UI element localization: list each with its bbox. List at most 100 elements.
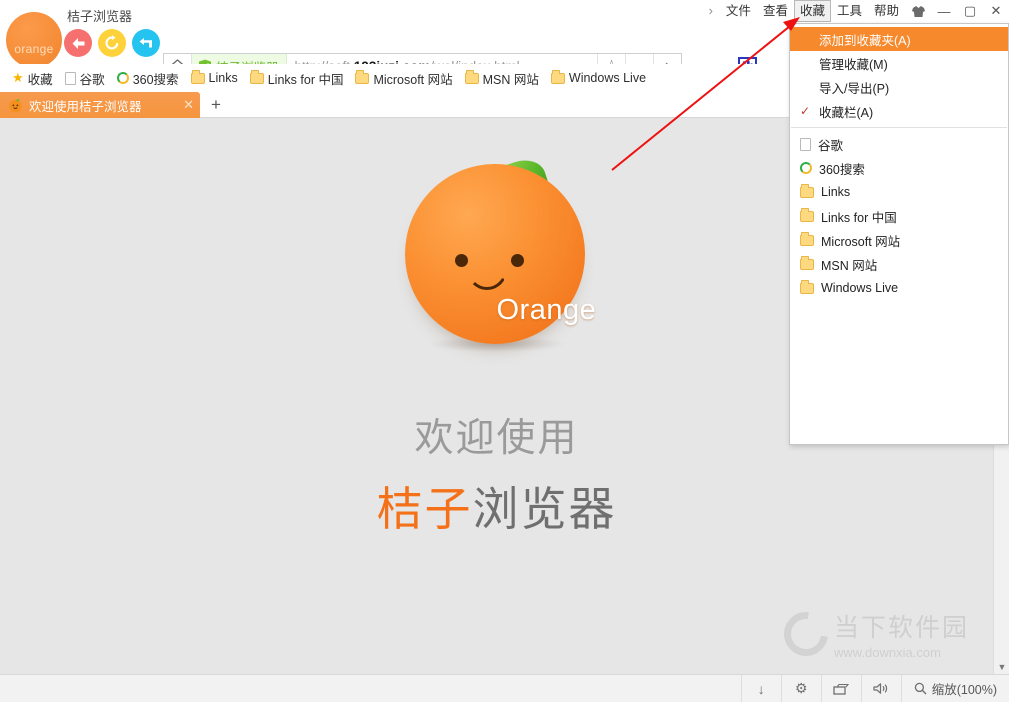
folder-icon: [800, 259, 814, 270]
folder-icon: [800, 235, 814, 246]
window-icon[interactable]: [821, 675, 861, 702]
folder-icon: [191, 73, 205, 84]
bookmark-label: Microsoft 网站: [373, 69, 452, 88]
bookmark-item-windows-live[interactable]: Windows Live: [547, 69, 654, 87]
favorites-entry-label: 360搜索: [819, 159, 865, 178]
bookmark-label: 收藏: [28, 69, 53, 88]
menu-help[interactable]: 帮助: [868, 0, 905, 22]
reload-button[interactable]: [98, 29, 126, 57]
favorites-entry-label: 谷歌: [818, 135, 843, 154]
menu-bar: › 文件 查看 收藏 工具 帮助 — ▢ ✕: [705, 0, 1009, 22]
bookmark-label: Links for 中国: [268, 69, 344, 88]
bookmark-item-links-cn[interactable]: Links for 中国: [246, 67, 352, 90]
brand-heading-gray: 浏览器: [473, 483, 617, 535]
menu-file[interactable]: 文件: [720, 0, 757, 22]
favorites-entry-label: Microsoft 网站: [821, 231, 900, 250]
menu-separator: [791, 127, 1007, 128]
tab-welcome[interactable]: 欢迎使用桔子浏览器 ✕: [0, 92, 200, 118]
bookmark-item-microsoft[interactable]: Microsoft 网站: [351, 67, 460, 90]
watermark-name: 当下软件园: [834, 608, 969, 644]
speaker-icon[interactable]: [861, 675, 901, 702]
folder-icon: [250, 73, 264, 84]
star-icon: ★: [12, 70, 24, 86]
back-button[interactable]: [64, 29, 92, 57]
folder-icon: [800, 211, 814, 222]
favorites-entry-label: Links: [821, 185, 850, 199]
bookmark-label: 360搜索: [133, 69, 179, 88]
zoom-label: 缩放(100%): [932, 679, 997, 698]
folder-icon: [800, 187, 814, 198]
watermark: 当下软件园 www.downxia.com: [784, 608, 969, 660]
tab-title: 欢迎使用桔子浏览器: [29, 96, 177, 115]
tab-close-icon[interactable]: ✕: [183, 97, 194, 113]
menu-favorites[interactable]: 收藏: [794, 0, 831, 22]
watermark-logo-icon: [775, 603, 837, 665]
mascot-eye-left: [455, 254, 468, 267]
bookmark-label: Windows Live: [569, 71, 646, 85]
menu-item-import-export[interactable]: 导入/导出(P): [790, 75, 1008, 99]
bookmark-item-google[interactable]: 谷歌: [61, 67, 113, 90]
favorites-entry-msn[interactable]: MSN 网站: [790, 252, 1008, 276]
document-icon: [800, 138, 811, 151]
menu-item-label: 添加到收藏夹(A): [819, 30, 911, 49]
favorites-entry-360[interactable]: 360搜索: [790, 156, 1008, 180]
favorites-entry-links-cn[interactable]: Links for 中国: [790, 204, 1008, 228]
favorites-entry-label: Links for 中国: [821, 207, 897, 226]
menu-item-add-favorite[interactable]: 添加到收藏夹(A): [790, 27, 1008, 51]
brand-title: 桔子浏览器: [67, 6, 132, 25]
gear-icon[interactable]: ⚙: [781, 675, 821, 702]
brand-heading-orange: 桔子: [377, 483, 473, 535]
bookmark-item-msn[interactable]: MSN 网站: [461, 67, 547, 90]
document-icon: [65, 72, 76, 85]
brand-heading: 桔子浏览器: [377, 473, 617, 539]
status-bar: ↓ ⚙ 缩放(100%): [0, 674, 1009, 702]
bookmark-item-links[interactable]: Links: [187, 69, 246, 87]
check-icon: ✓: [800, 104, 812, 118]
title-bar: › 文件 查看 收藏 工具 帮助 — ▢ ✕: [0, 0, 1009, 22]
menu-view[interactable]: 查看: [757, 0, 794, 22]
menu-item-favorites-bar[interactable]: ✓ 收藏栏(A): [790, 99, 1008, 123]
menu-item-label: 管理收藏(M): [819, 54, 888, 73]
browser-window: › 文件 查看 收藏 工具 帮助 — ▢ ✕ orange 桔子浏览器: [0, 0, 1009, 702]
downloads-icon[interactable]: ↓: [741, 675, 781, 702]
folder-icon: [551, 73, 565, 84]
bookmark-item-360[interactable]: 360搜索: [113, 67, 187, 90]
orange-mascot: Orange: [397, 144, 597, 359]
scroll-down-arrow-icon[interactable]: ▼: [994, 662, 1009, 672]
close-button[interactable]: ✕: [983, 0, 1009, 22]
orange-favicon-icon: [8, 98, 23, 113]
zoom-control[interactable]: 缩放(100%): [901, 675, 1009, 702]
minimize-button[interactable]: —: [931, 0, 957, 22]
favorites-entry-links[interactable]: Links: [790, 180, 1008, 204]
new-tab-button[interactable]: +: [204, 92, 228, 118]
menu-item-label: 收藏栏(A): [819, 102, 873, 121]
360-icon: [800, 162, 812, 174]
menu-overflow-chevron-icon[interactable]: ›: [705, 0, 720, 22]
search-icon: [914, 682, 927, 695]
favorites-entry-label: MSN 网站: [821, 255, 877, 274]
menu-item-manage-favorites[interactable]: 管理收藏(M): [790, 51, 1008, 75]
menu-item-label: 导入/导出(P): [819, 78, 889, 97]
watermark-url: www.downxia.com: [834, 645, 969, 660]
bookmark-item-favorites[interactable]: ★ 收藏: [8, 67, 61, 90]
mascot-body: Orange: [405, 164, 585, 344]
maximize-button[interactable]: ▢: [957, 0, 983, 22]
folder-icon: [800, 283, 814, 294]
bookmark-label: Links: [209, 71, 238, 85]
bookmark-label: MSN 网站: [483, 69, 539, 88]
favorites-entry-google[interactable]: 谷歌: [790, 132, 1008, 156]
bookmark-label: 谷歌: [80, 69, 105, 88]
folder-icon: [355, 73, 369, 84]
mascot-eye-right: [511, 254, 524, 267]
folder-icon: [465, 73, 479, 84]
skin-icon[interactable]: [905, 5, 931, 18]
menu-tools[interactable]: 工具: [831, 0, 868, 22]
undo-close-tab-button[interactable]: [132, 29, 160, 57]
360-icon: [117, 72, 129, 84]
mascot-mouth: [467, 268, 507, 290]
favorites-entry-windows-live[interactable]: Windows Live: [790, 276, 1008, 300]
app-logo: orange: [6, 12, 62, 68]
favorites-entry-microsoft[interactable]: Microsoft 网站: [790, 228, 1008, 252]
favorites-dropdown-menu: 添加到收藏夹(A) 管理收藏(M) 导入/导出(P) ✓ 收藏栏(A) 谷歌 3…: [789, 23, 1009, 445]
mascot-word: Orange: [497, 294, 597, 327]
